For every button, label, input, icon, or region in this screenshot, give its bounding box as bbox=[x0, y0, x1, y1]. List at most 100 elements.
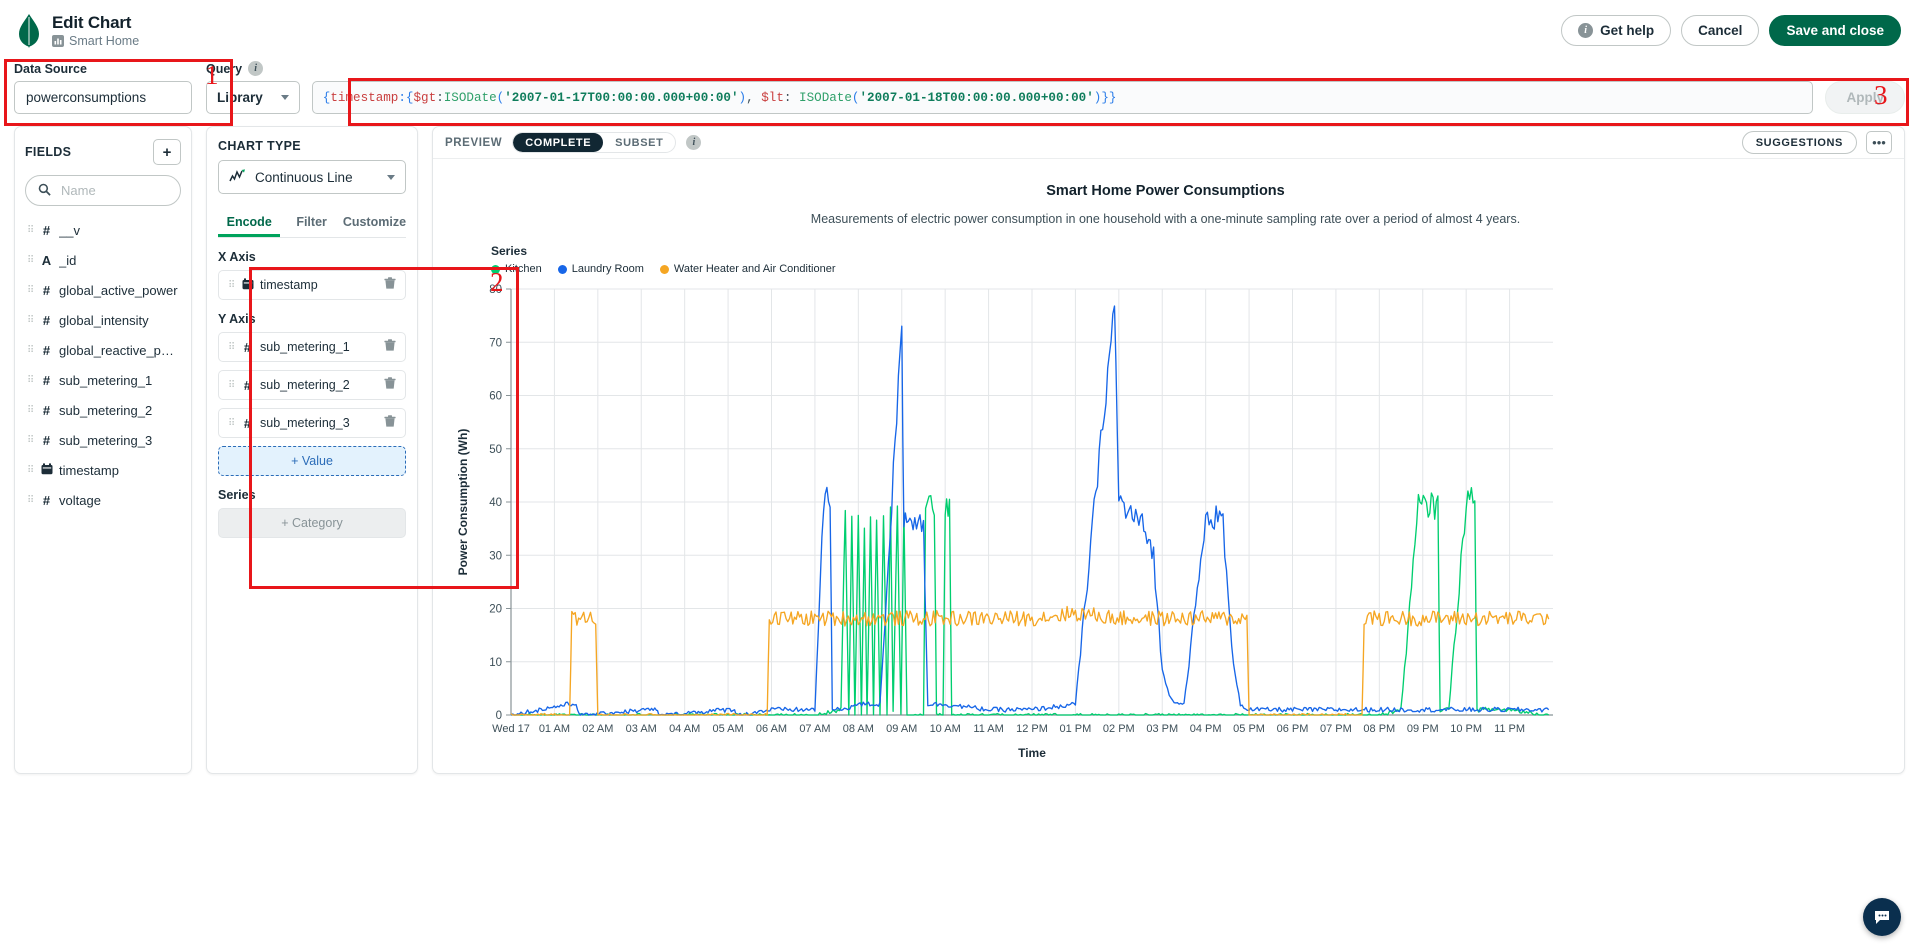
field-list-item[interactable]: ⠿#sub_metering_1 bbox=[25, 365, 181, 395]
field-type-icon: # bbox=[41, 283, 52, 298]
field-name: global_reactive_pow... bbox=[59, 343, 181, 358]
field-name: timestamp bbox=[59, 463, 119, 478]
query-token: $lt bbox=[761, 91, 784, 105]
field-type-icon bbox=[41, 463, 52, 478]
encoding-chip[interactable]: ⠿#sub_metering_3 bbox=[218, 408, 406, 438]
drag-handle-icon[interactable]: ⠿ bbox=[27, 406, 34, 415]
chart-type-select[interactable]: Continuous Line bbox=[218, 160, 406, 194]
plus-icon: + bbox=[163, 144, 172, 161]
encoding-field-name: timestamp bbox=[260, 278, 318, 292]
x-tick-label: 04 PM bbox=[1190, 723, 1222, 735]
drag-handle-icon[interactable]: ⠿ bbox=[27, 316, 34, 325]
field-type-icon: # bbox=[41, 433, 52, 448]
query-token: ) bbox=[739, 91, 747, 105]
add-category-label: + Category bbox=[281, 516, 343, 530]
query-library-group: Query i Library bbox=[206, 61, 300, 114]
encoding-field-name: sub_metering_3 bbox=[260, 416, 350, 430]
field-list-item[interactable]: ⠿A_id bbox=[25, 245, 181, 275]
page-subtitle: Smart Home bbox=[69, 34, 139, 48]
header-titles: Edit Chart Smart Home bbox=[52, 13, 139, 49]
x-tick-label: 03 AM bbox=[626, 723, 657, 735]
drag-handle-icon[interactable]: ⠿ bbox=[228, 419, 235, 428]
field-name: sub_metering_2 bbox=[59, 403, 152, 418]
x-tick-label: 01 AM bbox=[539, 723, 570, 735]
delete-icon[interactable] bbox=[384, 377, 396, 393]
main-content: FIELDS + ⠿#__v⠿A_id⠿#global_active_power… bbox=[0, 126, 1919, 774]
add-value-button[interactable]: + Value bbox=[218, 446, 406, 476]
x-axis-field-list: ⠿ timestamp bbox=[218, 270, 406, 300]
drag-handle-icon[interactable]: ⠿ bbox=[27, 436, 34, 445]
drag-handle-icon[interactable]: ⠿ bbox=[228, 343, 235, 352]
y-tick-label: 70 bbox=[489, 337, 502, 349]
legend-item[interactable]: Laundry Room bbox=[558, 263, 644, 275]
field-list-item[interactable]: ⠿#global_active_power bbox=[25, 275, 181, 305]
data-source-input[interactable]: powerconsumptions bbox=[14, 81, 192, 114]
drag-handle-icon[interactable]: ⠿ bbox=[27, 496, 34, 505]
preview-mode-toggle[interactable]: COMPLETESUBSET bbox=[512, 132, 676, 153]
field-list-item[interactable]: ⠿#global_intensity bbox=[25, 305, 181, 335]
field-type-icon: # bbox=[41, 493, 52, 508]
apply-button[interactable]: Apply bbox=[1825, 81, 1905, 114]
drag-handle-icon[interactable]: ⠿ bbox=[27, 286, 34, 295]
y-tick-label: 20 bbox=[489, 604, 502, 616]
legend-title: Series bbox=[491, 244, 1878, 258]
delete-icon[interactable] bbox=[384, 277, 396, 293]
header-actions: i Get help Cancel Save and close bbox=[1561, 15, 1901, 46]
query-editor-group: {timestamp:{$gt:ISODate('2007-01-17T00:0… bbox=[312, 81, 1814, 114]
more-options-button[interactable]: ••• bbox=[1866, 131, 1892, 154]
drag-handle-icon[interactable]: ⠿ bbox=[228, 281, 235, 290]
chevron-down-icon bbox=[281, 95, 289, 100]
field-search[interactable] bbox=[25, 175, 181, 206]
drag-handle-icon[interactable]: ⠿ bbox=[27, 226, 34, 235]
drag-handle-icon[interactable]: ⠿ bbox=[27, 376, 34, 385]
query-token: : bbox=[436, 91, 444, 105]
query-code-input[interactable]: {timestamp:{$gt:ISODate('2007-01-17T00:0… bbox=[312, 81, 1814, 114]
drag-handle-icon[interactable]: ⠿ bbox=[27, 256, 34, 265]
legend-item[interactable]: Water Heater and Air Conditioner bbox=[660, 263, 836, 275]
tab-customize[interactable]: Customize bbox=[343, 208, 406, 237]
y-tick-label: 10 bbox=[489, 657, 502, 669]
field-list-item[interactable]: ⠿#global_reactive_pow... bbox=[25, 335, 181, 365]
series-label: Series bbox=[218, 488, 406, 502]
tab-encode[interactable]: Encode bbox=[218, 208, 280, 237]
field-list-item[interactable]: ⠿ timestamp bbox=[25, 455, 181, 485]
field-type-icon bbox=[242, 278, 253, 293]
field-list-item[interactable]: ⠿#sub_metering_3 bbox=[25, 425, 181, 455]
search-input[interactable] bbox=[59, 182, 168, 199]
cancel-button[interactable]: Cancel bbox=[1681, 15, 1759, 46]
add-category-button[interactable]: + Category bbox=[218, 508, 406, 538]
drag-handle-icon[interactable]: ⠿ bbox=[27, 466, 34, 475]
y-tick-label: 50 bbox=[489, 444, 502, 456]
field-list-item[interactable]: ⠿#sub_metering_2 bbox=[25, 395, 181, 425]
encoding-chip[interactable]: ⠿ timestamp bbox=[218, 270, 406, 300]
delete-icon[interactable] bbox=[384, 339, 396, 355]
annotation-number-2: 2 bbox=[490, 267, 504, 298]
get-help-button[interactable]: i Get help bbox=[1561, 15, 1671, 46]
save-and-close-button[interactable]: Save and close bbox=[1769, 15, 1901, 46]
page-subtitle-row: Smart Home bbox=[52, 34, 139, 48]
preview-mode-subset[interactable]: SUBSET bbox=[603, 133, 675, 152]
add-field-button[interactable]: + bbox=[153, 139, 181, 165]
x-tick-label: 11 AM bbox=[973, 723, 1003, 735]
drag-handle-icon[interactable]: ⠿ bbox=[228, 381, 235, 390]
query-info-icon[interactable]: i bbox=[248, 61, 263, 76]
field-list-item[interactable]: ⠿#voltage bbox=[25, 485, 181, 515]
encoding-chip[interactable]: ⠿#sub_metering_1 bbox=[218, 332, 406, 362]
query-token: $gt bbox=[414, 91, 437, 105]
preview-mode-complete[interactable]: COMPLETE bbox=[513, 133, 603, 152]
query-library-select[interactable]: Library bbox=[206, 81, 300, 114]
preview-info-icon[interactable]: i bbox=[686, 135, 701, 150]
delete-icon[interactable] bbox=[384, 415, 396, 431]
x-tick-label: 08 PM bbox=[1363, 723, 1395, 735]
x-tick-label: 10 AM bbox=[930, 723, 961, 735]
suggestions-button[interactable]: SUGGESTIONS bbox=[1742, 131, 1857, 154]
tab-filter[interactable]: Filter bbox=[280, 208, 342, 237]
x-tick-label: 10 PM bbox=[1450, 723, 1482, 735]
encoding-chip[interactable]: ⠿#sub_metering_2 bbox=[218, 370, 406, 400]
chart-preview-panel: PREVIEW COMPLETESUBSET i SUGGESTIONS •••… bbox=[432, 126, 1905, 774]
drag-handle-icon[interactable]: ⠿ bbox=[27, 346, 34, 355]
field-type-icon: # bbox=[242, 340, 253, 355]
legend-label: Laundry Room bbox=[572, 263, 644, 275]
field-list-item[interactable]: ⠿#__v bbox=[25, 215, 181, 245]
preview-right-actions: SUGGESTIONS ••• bbox=[1742, 131, 1892, 154]
